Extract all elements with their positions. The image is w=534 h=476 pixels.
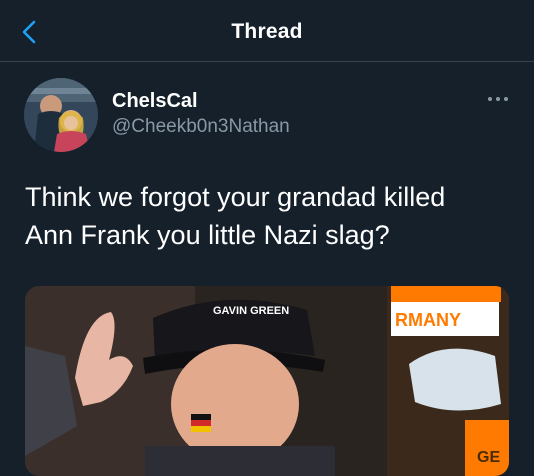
tweet-text: Think we forgot your grandad killed Ann … bbox=[25, 178, 515, 254]
avatar[interactable] bbox=[24, 78, 98, 152]
user-handle[interactable]: @Cheekb0n3Nathan bbox=[112, 116, 290, 138]
avatar-image bbox=[24, 78, 98, 152]
sign-text: GE bbox=[477, 449, 500, 466]
more-options-icon bbox=[488, 97, 508, 101]
display-name[interactable]: ChelsCal bbox=[112, 90, 198, 113]
tweet-text-line: Think we forgot your grandad killed bbox=[25, 182, 446, 212]
page-title: Thread bbox=[231, 20, 303, 43]
media-photo: GAVIN GREEN RMANY GE bbox=[25, 286, 509, 476]
cap-logo-text: GAVIN GREEN bbox=[213, 305, 289, 317]
tweet-media[interactable]: GAVIN GREEN RMANY GE bbox=[25, 286, 509, 476]
more-options-button[interactable] bbox=[484, 90, 512, 108]
top-bar: Thread bbox=[0, 0, 534, 62]
banner-text: RMANY bbox=[395, 310, 461, 330]
tweet-text-line: Ann Frank you little Nazi slag? bbox=[25, 220, 390, 250]
